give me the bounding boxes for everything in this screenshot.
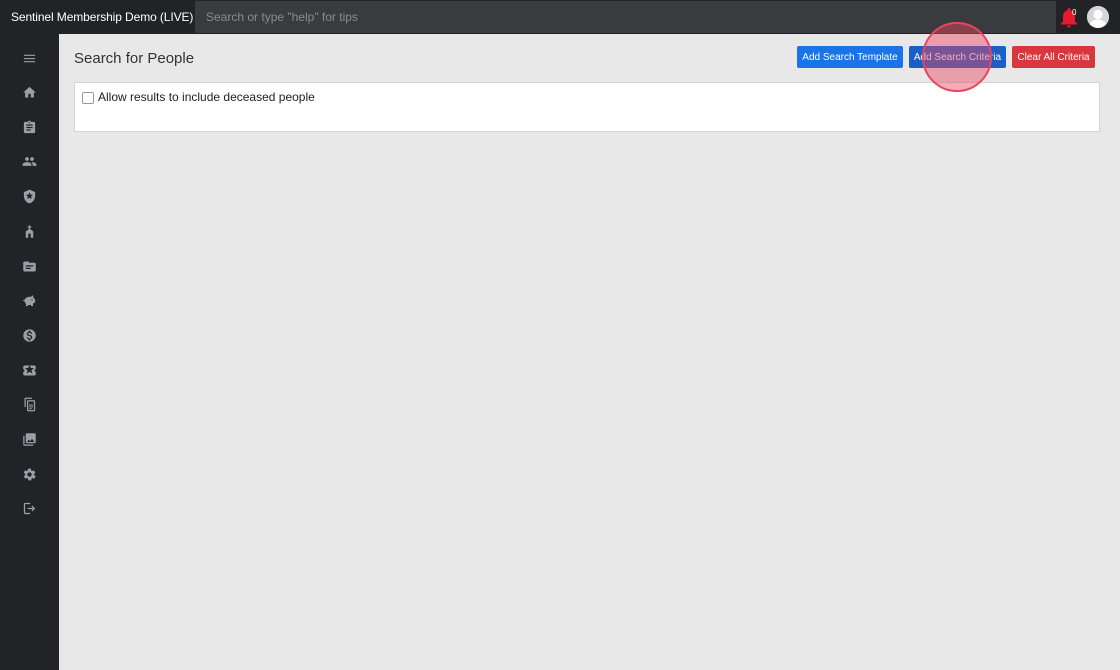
- avatar[interactable]: [1087, 6, 1109, 28]
- ticket-icon: [23, 364, 36, 375]
- home-icon: [23, 86, 36, 97]
- include-deceased-label[interactable]: Allow results to include deceased people: [98, 90, 315, 104]
- add-search-template-button[interactable]: Add Search Template: [797, 46, 903, 68]
- piggy-bank-icon: [23, 295, 36, 306]
- dollar-icon: [23, 328, 36, 342]
- hamburger-menu-icon: [23, 54, 36, 62]
- photo-library-icon: [23, 432, 36, 446]
- shield-icon: [23, 189, 36, 203]
- sidebar-item-photos[interactable]: [0, 424, 59, 454]
- menu-toggle[interactable]: [0, 43, 59, 73]
- sidebar-item-finance[interactable]: [0, 320, 59, 350]
- include-deceased-checkbox[interactable]: [82, 92, 94, 104]
- sidebar-item-documents[interactable]: [0, 389, 59, 419]
- sidebar-item-people[interactable]: [0, 146, 59, 176]
- sidebar-item-logout[interactable]: [0, 493, 59, 523]
- top-bar: Sentinel Membership Demo (LIVE) 0: [0, 0, 1120, 34]
- folder-icon: [23, 261, 36, 271]
- sidebar-item-church[interactable]: [0, 216, 59, 246]
- clear-all-criteria-button[interactable]: Clear All Criteria: [1012, 46, 1095, 68]
- logout-icon: [23, 502, 36, 514]
- sidebar-item-savings[interactable]: [0, 285, 59, 315]
- sidebar-item-settings[interactable]: [0, 459, 59, 489]
- search-criteria-panel: Allow results to include deceased people: [74, 82, 1100, 132]
- clipboard-icon: [23, 120, 36, 133]
- sidebar-item-files[interactable]: [0, 251, 59, 281]
- search-input[interactable]: [195, 1, 1056, 33]
- people-icon: [22, 156, 37, 166]
- sidebar: [0, 34, 59, 670]
- gear-icon: [23, 468, 36, 480]
- notification-count: 0: [1072, 8, 1077, 17]
- app-title[interactable]: Sentinel Membership Demo (LIVE): [11, 0, 193, 34]
- document-copy-icon: [24, 397, 36, 411]
- sidebar-item-home[interactable]: [0, 77, 59, 107]
- add-search-criteria-button[interactable]: Add Search Criteria: [909, 46, 1006, 68]
- page-title: Search for People: [74, 50, 195, 67]
- main-content: Search for People Add Search Template Ad…: [59, 34, 1120, 670]
- sidebar-item-security[interactable]: [0, 181, 59, 211]
- church-icon: [25, 224, 34, 238]
- sidebar-item-events[interactable]: [0, 355, 59, 385]
- sidebar-item-clipboard[interactable]: [0, 112, 59, 142]
